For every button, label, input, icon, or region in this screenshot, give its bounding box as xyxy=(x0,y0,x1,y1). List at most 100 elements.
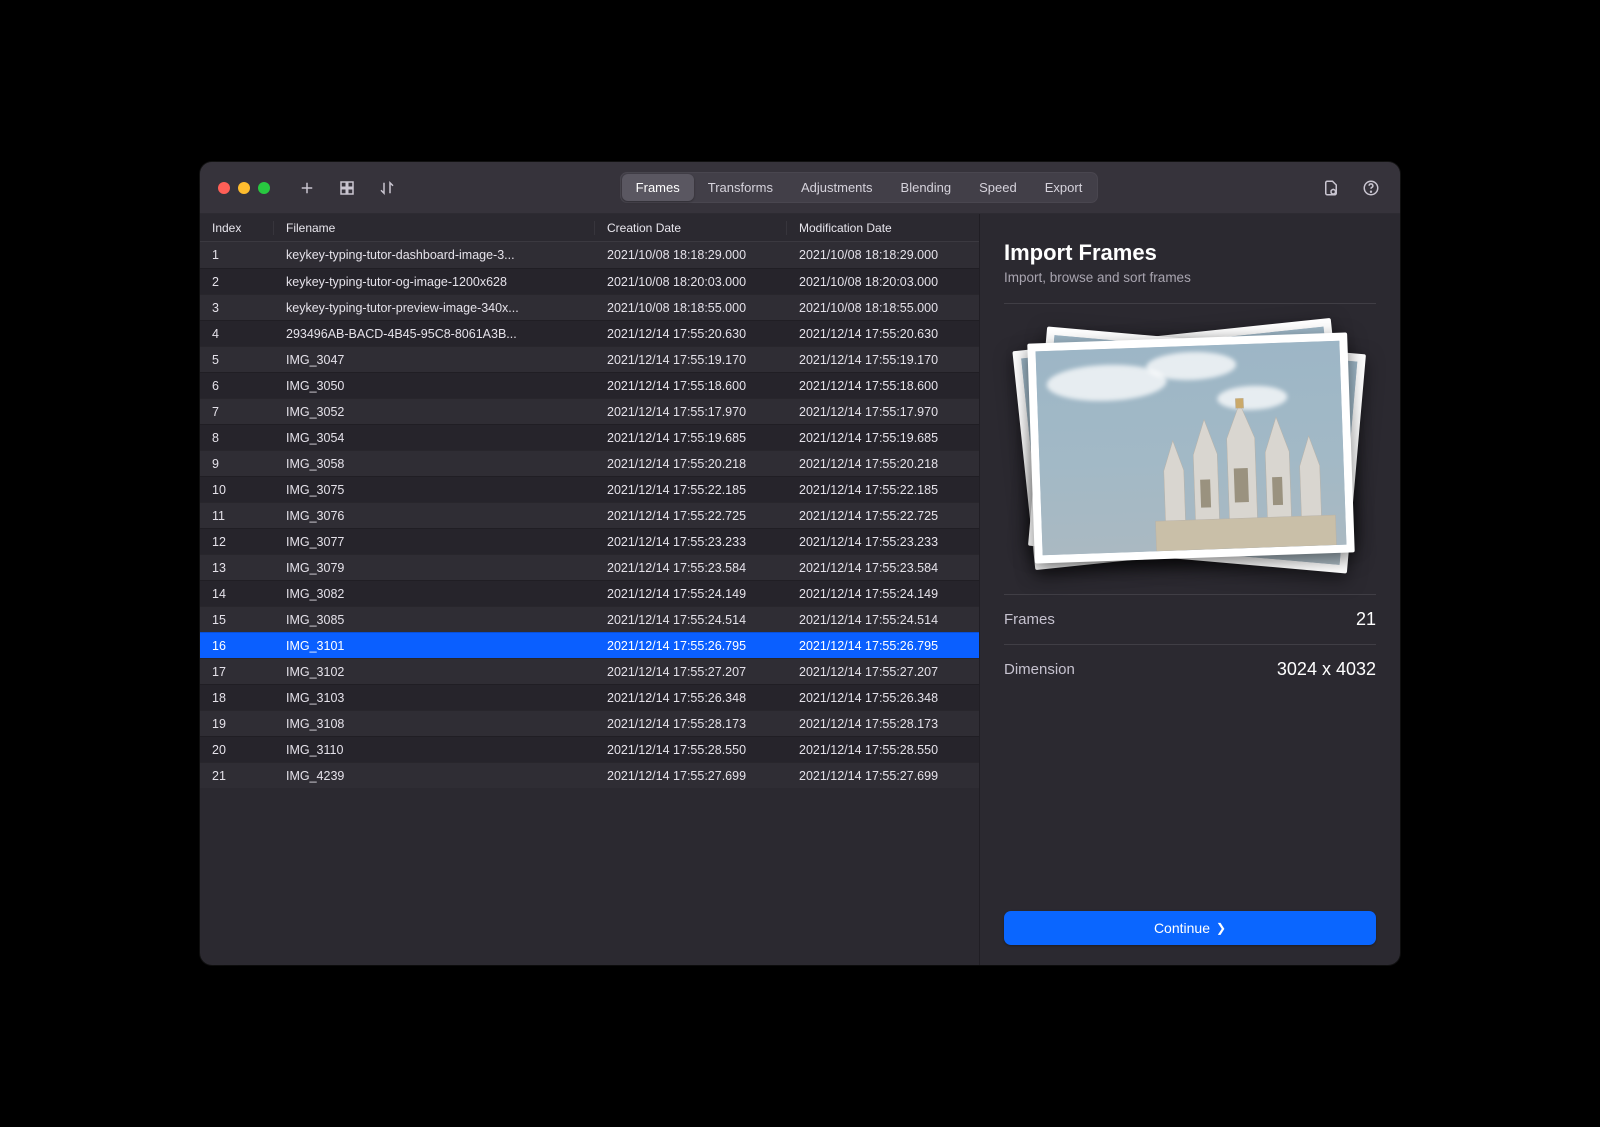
cell-modification: 2021/12/14 17:55:20.218 xyxy=(787,457,979,471)
minimize-window-button[interactable] xyxy=(238,182,250,194)
cell-index: 10 xyxy=(200,483,274,497)
file-settings-icon[interactable] xyxy=(1320,177,1342,199)
col-index[interactable]: Index xyxy=(200,221,274,235)
cell-filename: IMG_3101 xyxy=(274,639,595,653)
cell-index: 4 xyxy=(200,327,274,341)
help-icon[interactable] xyxy=(1360,177,1382,199)
cell-filename: IMG_3079 xyxy=(274,561,595,575)
cell-modification: 2021/12/14 17:55:26.795 xyxy=(787,639,979,653)
col-creation[interactable]: Creation Date xyxy=(595,221,787,235)
traffic-lights xyxy=(218,182,270,194)
table-header: Index Filename Creation Date Modificatio… xyxy=(200,214,979,242)
table-row[interactable]: 16IMG_31012021/12/14 17:55:26.7952021/12… xyxy=(200,632,979,658)
cell-creation: 2021/12/14 17:55:22.185 xyxy=(595,483,787,497)
cell-modification: 2021/10/08 18:20:03.000 xyxy=(787,275,979,289)
col-filename[interactable]: Filename xyxy=(274,221,595,235)
table-row[interactable]: 12IMG_30772021/12/14 17:55:23.2332021/12… xyxy=(200,528,979,554)
continue-button[interactable]: Continue ❯ xyxy=(1004,911,1376,945)
sidebar-subtitle: Import, browse and sort frames xyxy=(1004,270,1376,285)
dimension-label: Dimension xyxy=(1004,661,1075,678)
table-row[interactable]: 3keykey-typing-tutor-preview-image-340x.… xyxy=(200,294,979,320)
toolbar-left xyxy=(296,177,398,199)
table-row[interactable]: 13IMG_30792021/12/14 17:55:23.5842021/12… xyxy=(200,554,979,580)
tab-export[interactable]: Export xyxy=(1031,174,1097,201)
table-body[interactable]: 1keykey-typing-tutor-dashboard-image-3..… xyxy=(200,242,979,965)
cell-creation: 2021/12/14 17:55:19.685 xyxy=(595,431,787,445)
cell-index: 17 xyxy=(200,665,274,679)
table-row[interactable]: 7IMG_30522021/12/14 17:55:17.9702021/12/… xyxy=(200,398,979,424)
frames-label: Frames xyxy=(1004,611,1055,628)
cell-creation: 2021/12/14 17:55:19.170 xyxy=(595,353,787,367)
cell-index: 7 xyxy=(200,405,274,419)
cell-filename: IMG_4239 xyxy=(274,769,595,783)
cell-creation: 2021/12/14 17:55:27.699 xyxy=(595,769,787,783)
zoom-window-button[interactable] xyxy=(258,182,270,194)
table-row[interactable]: 15IMG_30852021/12/14 17:55:24.5142021/12… xyxy=(200,606,979,632)
cell-index: 19 xyxy=(200,717,274,731)
table-row[interactable]: 4293496AB-BACD-4B45-95C8-8061A3B...2021/… xyxy=(200,320,979,346)
tab-frames[interactable]: Frames xyxy=(622,174,694,201)
table-row[interactable]: 9IMG_30582021/12/14 17:55:20.2182021/12/… xyxy=(200,450,979,476)
table-row[interactable]: 14IMG_30822021/12/14 17:55:24.1492021/12… xyxy=(200,580,979,606)
add-icon[interactable] xyxy=(296,177,318,199)
table-row[interactable]: 6IMG_30502021/12/14 17:55:18.6002021/12/… xyxy=(200,372,979,398)
table-row[interactable]: 19IMG_31082021/12/14 17:55:28.1732021/12… xyxy=(200,710,979,736)
table-row[interactable]: 20IMG_31102021/12/14 17:55:28.5502021/12… xyxy=(200,736,979,762)
cell-index: 18 xyxy=(200,691,274,705)
col-modification[interactable]: Modification Date xyxy=(787,221,979,235)
cell-modification: 2021/12/14 17:55:23.584 xyxy=(787,561,979,575)
cell-filename: IMG_3082 xyxy=(274,587,595,601)
tab-speed[interactable]: Speed xyxy=(965,174,1031,201)
cell-index: 1 xyxy=(200,248,274,262)
cell-creation: 2021/12/14 17:55:20.630 xyxy=(595,327,787,341)
close-window-button[interactable] xyxy=(218,182,230,194)
table-row[interactable]: 21IMG_42392021/12/14 17:55:27.6992021/12… xyxy=(200,762,979,788)
continue-label: Continue xyxy=(1154,920,1210,936)
app-window: FramesTransformsAdjustmentsBlendingSpeed… xyxy=(200,162,1400,965)
cell-creation: 2021/12/14 17:55:27.207 xyxy=(595,665,787,679)
cell-filename: IMG_3077 xyxy=(274,535,595,549)
cell-index: 2 xyxy=(200,275,274,289)
cell-filename: 293496AB-BACD-4B45-95C8-8061A3B... xyxy=(274,327,595,341)
cell-modification: 2021/10/08 18:18:55.000 xyxy=(787,301,979,315)
tab-segment: FramesTransformsAdjustmentsBlendingSpeed… xyxy=(620,172,1099,203)
cell-modification: 2021/12/14 17:55:23.233 xyxy=(787,535,979,549)
content: Index Filename Creation Date Modificatio… xyxy=(200,214,1400,965)
cell-creation: 2021/10/08 18:18:29.000 xyxy=(595,248,787,262)
cell-filename: IMG_3054 xyxy=(274,431,595,445)
cell-modification: 2021/12/14 17:55:27.207 xyxy=(787,665,979,679)
cell-index: 16 xyxy=(200,639,274,653)
cell-filename: IMG_3047 xyxy=(274,353,595,367)
cell-modification: 2021/12/14 17:55:18.600 xyxy=(787,379,979,393)
cell-filename: IMG_3052 xyxy=(274,405,595,419)
table-row[interactable]: 18IMG_31032021/12/14 17:55:26.3482021/12… xyxy=(200,684,979,710)
tab-transforms[interactable]: Transforms xyxy=(694,174,787,201)
cell-filename: IMG_3110 xyxy=(274,743,595,757)
table-row[interactable]: 1keykey-typing-tutor-dashboard-image-3..… xyxy=(200,242,979,268)
cell-modification: 2021/12/14 17:55:19.170 xyxy=(787,353,979,367)
cell-creation: 2021/12/14 17:55:24.514 xyxy=(595,613,787,627)
cell-modification: 2021/12/14 17:55:26.348 xyxy=(787,691,979,705)
cell-creation: 2021/12/14 17:55:23.233 xyxy=(595,535,787,549)
table-row[interactable]: 8IMG_30542021/12/14 17:55:19.6852021/12/… xyxy=(200,424,979,450)
table-row[interactable]: 2keykey-typing-tutor-og-image-1200x62820… xyxy=(200,268,979,294)
tab-blending[interactable]: Blending xyxy=(887,174,966,201)
dimension-value: 3024 x 4032 xyxy=(1277,659,1376,680)
table-row[interactable]: 10IMG_30752021/12/14 17:55:22.1852021/12… xyxy=(200,476,979,502)
table-row[interactable]: 5IMG_30472021/12/14 17:55:19.1702021/12/… xyxy=(200,346,979,372)
grid-icon[interactable] xyxy=(336,177,358,199)
table-row[interactable]: 11IMG_30762021/12/14 17:55:22.7252021/12… xyxy=(200,502,979,528)
cell-filename: IMG_3050 xyxy=(274,379,595,393)
tab-adjustments[interactable]: Adjustments xyxy=(787,174,887,201)
cell-modification: 2021/12/14 17:55:22.725 xyxy=(787,509,979,523)
cell-filename: keykey-typing-tutor-preview-image-340x..… xyxy=(274,301,595,315)
cell-modification: 2021/12/14 17:55:24.514 xyxy=(787,613,979,627)
preview-photo-front xyxy=(1027,332,1354,563)
cell-creation: 2021/10/08 18:18:55.000 xyxy=(595,301,787,315)
cell-index: 14 xyxy=(200,587,274,601)
sort-icon[interactable] xyxy=(376,177,398,199)
cell-modification: 2021/12/14 17:55:28.173 xyxy=(787,717,979,731)
cell-filename: IMG_3058 xyxy=(274,457,595,471)
table-row[interactable]: 17IMG_31022021/12/14 17:55:27.2072021/12… xyxy=(200,658,979,684)
sidebar-title: Import Frames xyxy=(1004,240,1376,266)
